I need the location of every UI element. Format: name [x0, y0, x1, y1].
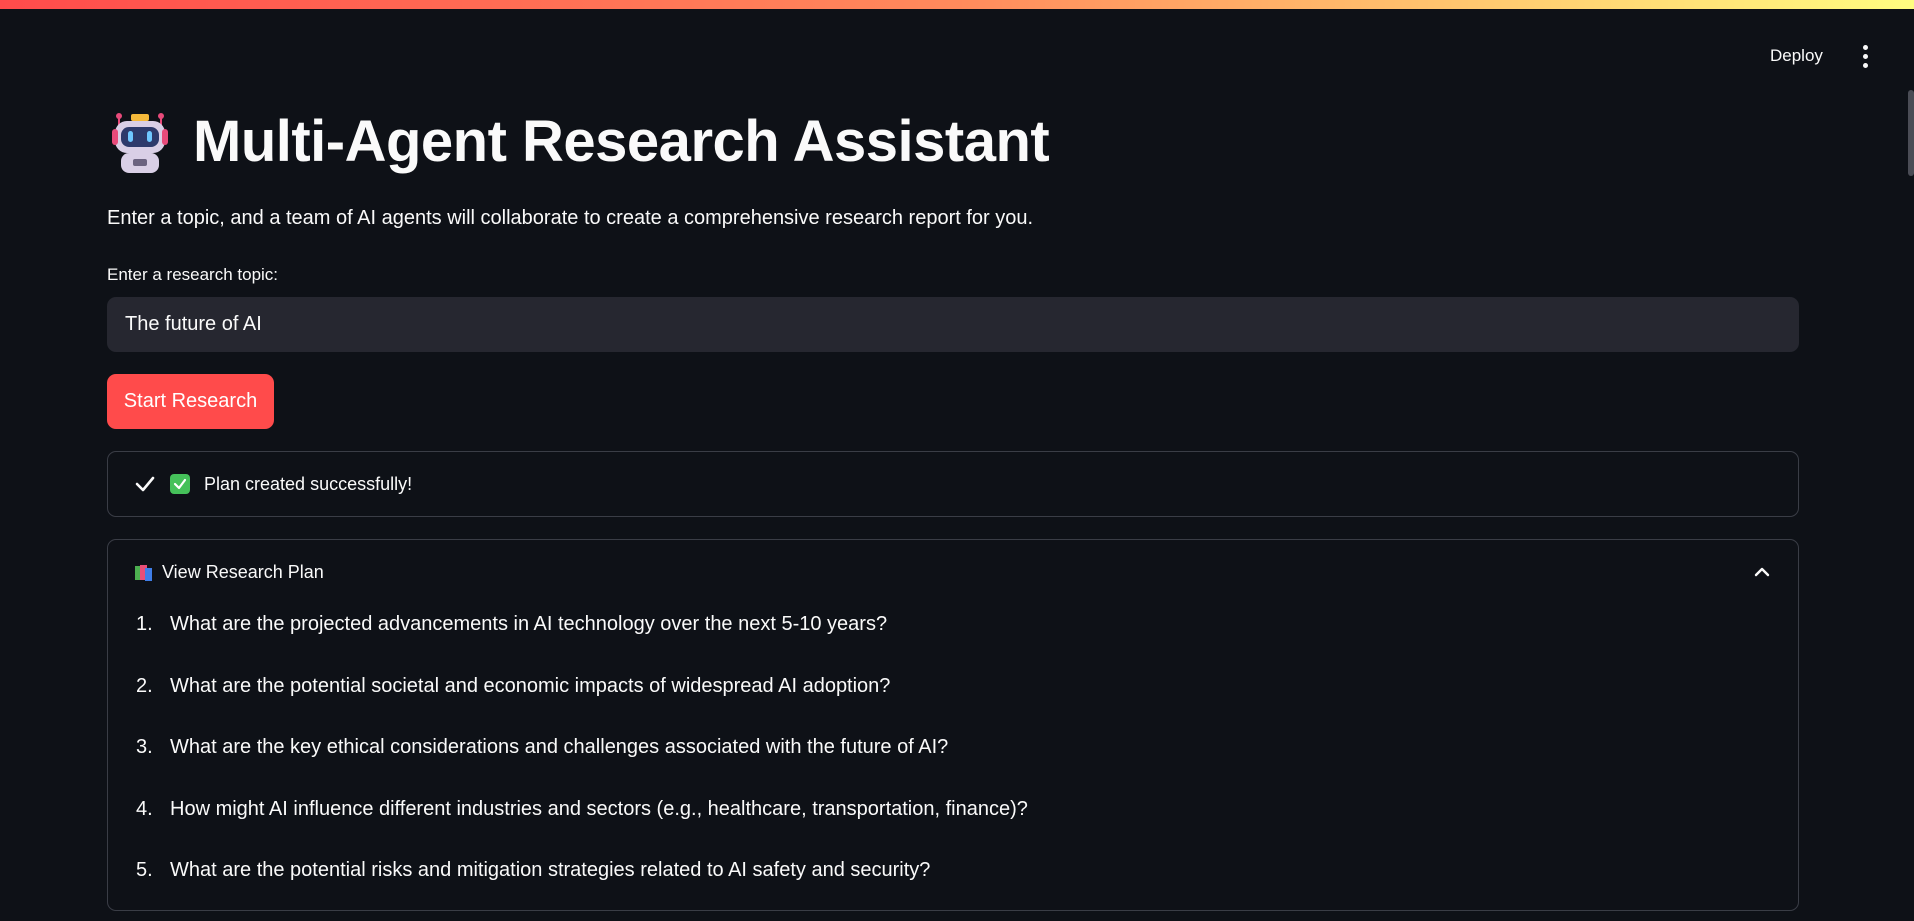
research-plan-expander: View Research Plan 1. What are the proje…: [107, 539, 1799, 911]
list-item: 3. What are the key ethical consideratio…: [136, 736, 1028, 798]
list-item-text: What are the potential societal and econ…: [170, 674, 891, 697]
topic-input[interactable]: [107, 297, 1799, 352]
plan-list: 1. What are the projected advancements i…: [136, 613, 1028, 921]
list-item-number: 2.: [136, 674, 153, 697]
title-row: Multi-Agent Research Assistant: [107, 108, 1050, 175]
expander-title: View Research Plan: [162, 561, 324, 582]
app-header: Deploy: [0, 9, 1914, 69]
deploy-button[interactable]: Deploy: [1770, 46, 1823, 66]
check-icon: [135, 476, 155, 492]
list-item: 5. What are the potential risks and miti…: [136, 859, 1028, 921]
list-item: 4. How might AI influence different indu…: [136, 798, 1028, 860]
top-decoration-bar: [0, 0, 1914, 9]
list-item: 2. What are the potential societal and e…: [136, 675, 1028, 737]
page-subtitle: Enter a topic, and a team of AI agents w…: [107, 207, 1034, 229]
page-title: Multi-Agent Research Assistant: [193, 109, 1050, 174]
list-item-number: 5.: [136, 859, 153, 881]
expander-header[interactable]: View Research Plan: [108, 540, 1798, 604]
list-item: 1. What are the projected advancements i…: [136, 613, 1028, 675]
more-vertical-icon: [1862, 45, 1868, 50]
list-item-text: What are the key ethical considerations …: [170, 736, 949, 758]
scrollbar[interactable]: [1908, 90, 1914, 176]
topic-input-label: Enter a research topic:: [107, 265, 279, 284]
list-item-number: 4.: [136, 797, 153, 820]
list-item-text: How might AI influence different industr…: [170, 797, 1028, 820]
list-item-number: 3.: [136, 736, 153, 758]
list-item-number: 1.: [136, 613, 153, 635]
status-message: Plan created successfully!: [204, 473, 413, 494]
start-research-button[interactable]: Start Research: [107, 374, 274, 429]
robot-icon: [112, 112, 168, 173]
green-check-emoji-icon: [170, 474, 190, 494]
books-icon: [135, 565, 152, 581]
status-panel: Plan created successfully!: [107, 451, 1799, 517]
main-menu-button[interactable]: [1855, 45, 1875, 89]
list-item-text: What are the potential risks and mitigat…: [170, 859, 931, 881]
list-item-text: What are the projected advancements in A…: [170, 613, 888, 635]
chevron-up-icon[interactable]: [1754, 564, 1770, 580]
